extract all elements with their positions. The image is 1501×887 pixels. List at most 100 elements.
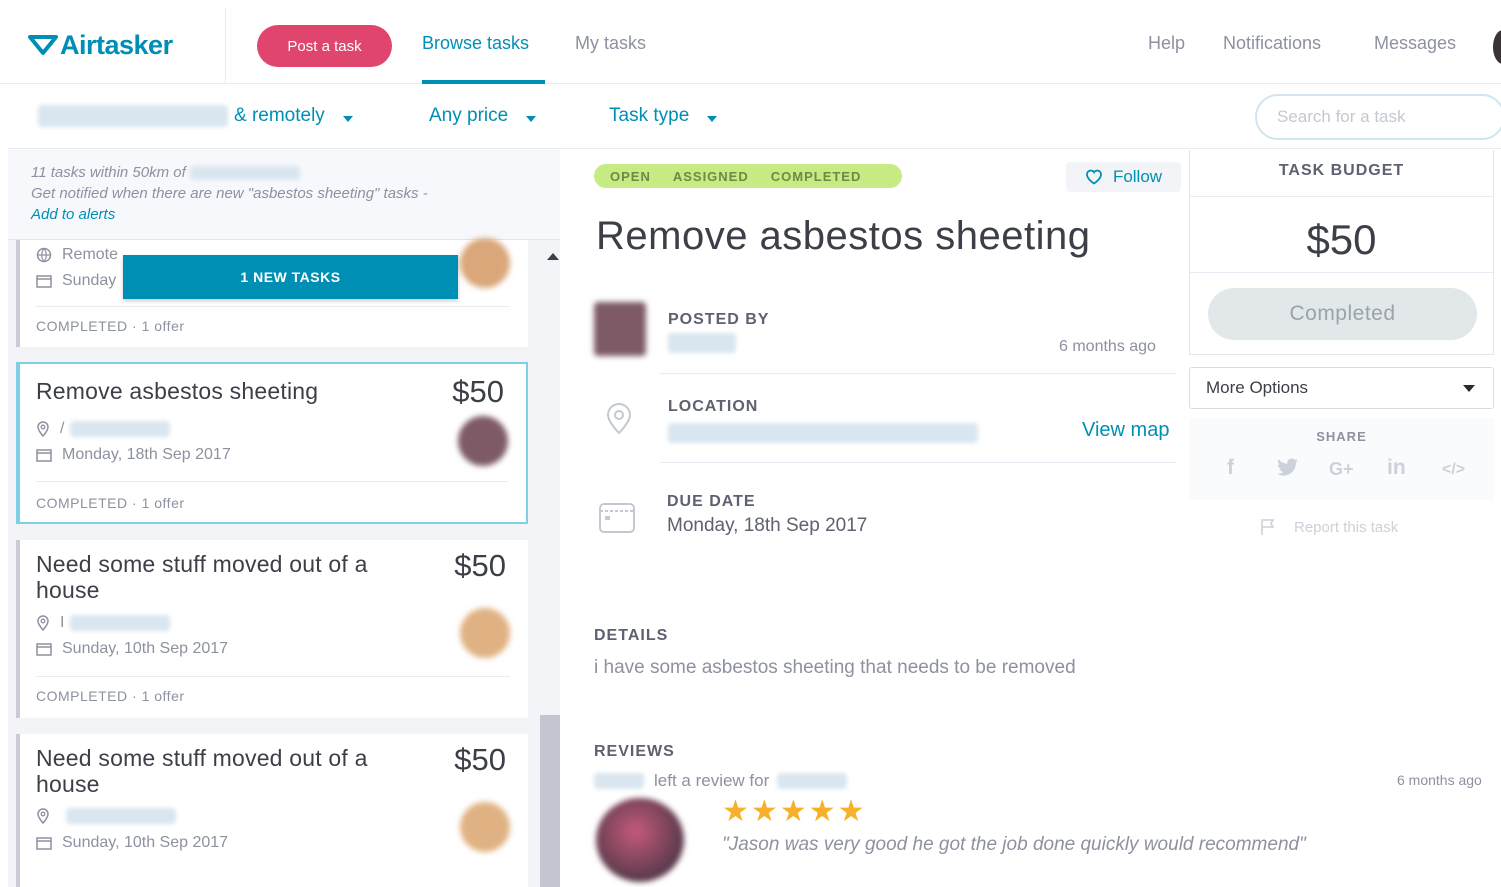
redacted-poster-name[interactable] [668, 333, 736, 353]
airtasker-logo[interactable]: Airtasker [28, 28, 173, 62]
price-filter[interactable]: Any price [429, 105, 537, 127]
poster-avatar [460, 608, 510, 658]
card-divider [36, 676, 510, 677]
card-status-text: COMPLETED [36, 688, 128, 704]
facebook-icon[interactable]: f [1227, 456, 1234, 480]
nav-notifications[interactable]: Notifications [1223, 33, 1321, 54]
review-time: 6 months ago [1397, 772, 1482, 788]
card-location-text: I [60, 614, 65, 631]
reviewer-avatar[interactable] [596, 798, 684, 882]
star-icon: ★ [779, 795, 807, 828]
card-date-text: Monday, 18th Sep 2017 [62, 446, 231, 463]
card-date: Sunday, 10th Sep 2017 [36, 640, 228, 658]
location-filter[interactable]: & remotely [38, 105, 353, 127]
redacted-location [66, 808, 176, 824]
location-pin-icon [37, 615, 49, 631]
redacted-location [70, 421, 171, 437]
alert-hint: Get notified when there are new "asbesto… [31, 185, 428, 202]
logo-text: Airtasker [60, 29, 173, 60]
nav-help[interactable]: Help [1148, 33, 1185, 54]
status-completed: COMPLETED [770, 168, 862, 184]
scroll-up-arrow-icon[interactable] [547, 253, 559, 260]
post-task-button[interactable]: Post a task [257, 25, 392, 67]
review-header-text: left a review for [654, 771, 770, 790]
reviews-label: REVIEWS [594, 743, 675, 760]
nav-messages[interactable]: Messages [1374, 33, 1456, 54]
task-type-filter-label: Task type [609, 105, 690, 126]
due-date-value: Monday, 18th Sep 2017 [667, 515, 868, 536]
card-offers-text: 1 offer [141, 495, 185, 511]
view-map-link[interactable]: View map [1082, 419, 1169, 442]
share-label: SHARE [1316, 429, 1367, 444]
twitter-icon[interactable] [1277, 458, 1299, 482]
search-input[interactable] [1255, 94, 1501, 140]
card-offers-text: 1 offer [141, 318, 185, 334]
share-panel: SHARE f G+ in </> [1189, 418, 1494, 500]
card-date-text: Sunday, 10th Sep 2017 [62, 834, 229, 851]
star-icon: ★ [808, 795, 836, 828]
divider [1190, 196, 1493, 197]
star-icon: ★ [722, 795, 749, 828]
card-status-text: COMPLETED [36, 318, 128, 334]
more-options-dropdown[interactable]: More Options [1189, 367, 1494, 409]
card-price: $50 [454, 548, 506, 583]
redacted-reviewee-name[interactable] [777, 773, 848, 789]
card-status: COMPLETED · 1 offer [36, 318, 185, 334]
card-location: Remote [36, 246, 118, 264]
task-card[interactable]: Need some stuff moved out of a house $50… [16, 540, 528, 718]
task-budget-amount: $50 [1306, 216, 1377, 263]
user-avatar[interactable] [1493, 30, 1501, 64]
top-header: Airtasker Post a task Browse tasks My ta… [0, 0, 1501, 84]
redacted-reviewer-name[interactable] [594, 773, 644, 789]
completed-button: Completed [1208, 288, 1477, 340]
location-pin-icon [37, 421, 49, 437]
poster-avatar [458, 416, 508, 466]
airtasker-logo-icon [28, 35, 58, 55]
price-filter-label: Any price [429, 105, 509, 126]
redacted-location [38, 105, 228, 127]
nav-browse-tasks[interactable]: Browse tasks [422, 33, 529, 54]
linkedin-icon[interactable]: in [1387, 456, 1406, 480]
chevron-down-icon [526, 116, 537, 122]
add-to-alerts-link[interactable]: Add to alerts [31, 204, 560, 225]
redacted-location [70, 615, 171, 631]
report-task-link[interactable]: Report this task [1260, 518, 1398, 536]
task-type-filter[interactable]: Task type [609, 105, 718, 127]
embed-icon[interactable]: </> [1442, 461, 1465, 479]
chevron-down-icon [1463, 385, 1475, 392]
card-location: I [36, 614, 171, 632]
new-tasks-banner[interactable]: 1 NEW TASKS [123, 255, 458, 299]
location-pin-icon [37, 808, 49, 824]
card-date: Monday, 18th Sep 2017 [36, 446, 231, 464]
card-price: $50 [452, 374, 504, 409]
posted-by-label: POSTED BY [668, 311, 770, 328]
card-title: Need some stuff moved out of a house [36, 745, 368, 797]
star-icon: ★ [750, 795, 778, 828]
chevron-down-icon [707, 116, 718, 122]
card-status: COMPLETED · 1 offer [36, 495, 185, 511]
redacted-location [668, 423, 978, 443]
task-card-selected[interactable]: Remove asbestos sheeting $50 / Monday, 1… [16, 362, 528, 524]
divider [660, 462, 1176, 463]
task-details: i have some asbestos sheeting that needs… [594, 657, 1076, 678]
status-assigned: ASSIGNED [672, 168, 749, 184]
task-card[interactable]: Need some stuff moved out of a house $50… [16, 734, 528, 887]
card-date-text: Sunday, 10th Sep 2017 [62, 640, 229, 657]
location-filter-label: & remotely [234, 105, 325, 126]
card-date: Sunday, 10th Sep 2017 [36, 834, 228, 852]
task-count-line: 11 tasks within 50km of [31, 162, 560, 183]
header-divider [225, 8, 226, 84]
follow-button[interactable]: Follow [1066, 162, 1181, 192]
google-plus-icon[interactable]: G+ [1329, 459, 1354, 480]
chevron-down-icon [342, 116, 353, 122]
card-price: $50 [454, 742, 506, 777]
due-date-label: DUE DATE [667, 493, 756, 510]
review-text: "Jason was very good he got the job done… [722, 834, 1306, 855]
calendar-icon [36, 837, 52, 850]
calendar-icon [36, 275, 52, 288]
poster-avatar[interactable] [594, 302, 646, 356]
nav-my-tasks[interactable]: My tasks [575, 33, 646, 54]
card-offers-text: 1 offer [141, 688, 185, 704]
calendar-icon [36, 449, 52, 462]
scrollbar-thumb[interactable] [540, 715, 560, 887]
